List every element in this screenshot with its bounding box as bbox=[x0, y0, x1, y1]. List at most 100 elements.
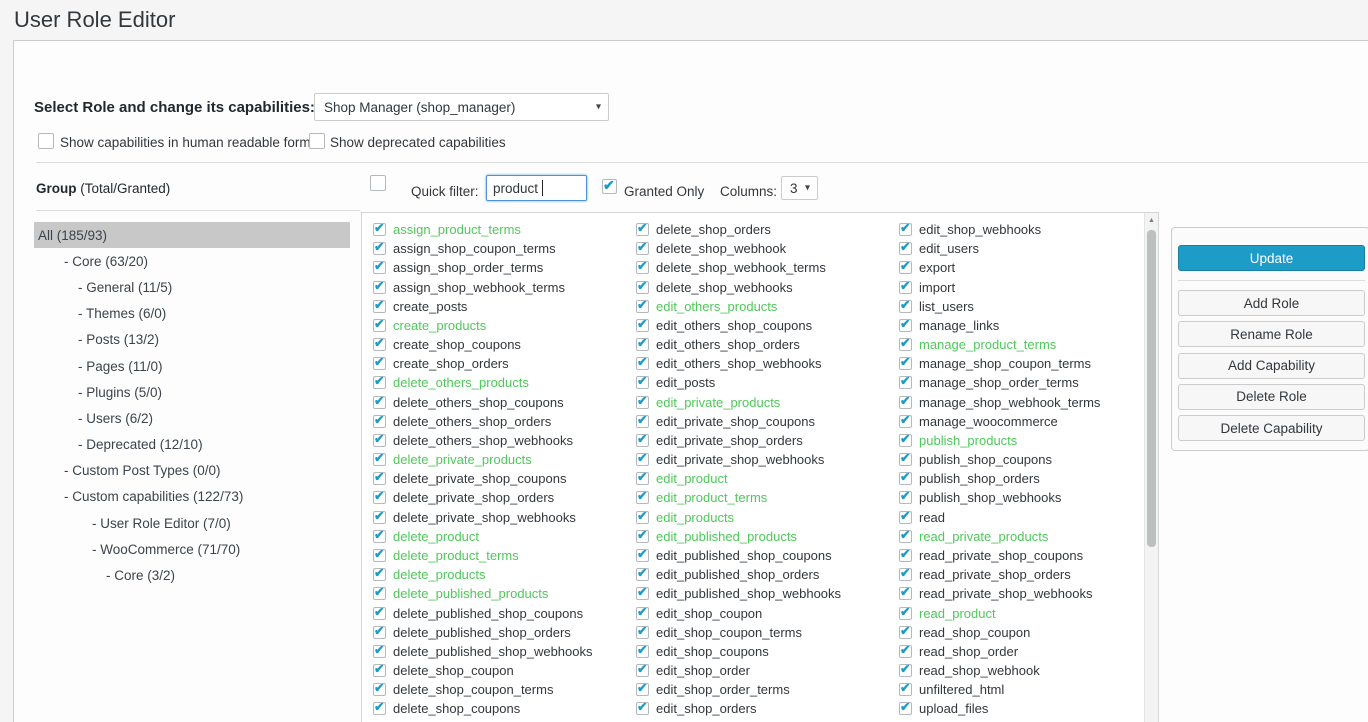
add-capability-button[interactable]: Add Capability bbox=[1178, 353, 1365, 379]
delete-capability-button[interactable]: Delete Capability bbox=[1178, 415, 1365, 441]
capability-checkbox[interactable]: ✔ bbox=[636, 319, 649, 332]
capability-checkbox[interactable]: ✔ bbox=[899, 702, 912, 715]
capability-checkbox[interactable]: ✔ bbox=[373, 549, 386, 562]
group-tree-item[interactable]: - Pages (11/0) bbox=[34, 353, 350, 379]
group-tree-item[interactable]: - Core (3/2) bbox=[34, 562, 350, 588]
group-tree-item[interactable]: - Custom Post Types (0/0) bbox=[34, 458, 350, 484]
capability-checkbox[interactable]: ✔ bbox=[373, 587, 386, 600]
select-all-checkbox[interactable]: ✔ bbox=[370, 175, 386, 191]
capability-checkbox[interactable]: ✔ bbox=[636, 396, 649, 409]
group-tree-item[interactable]: - User Role Editor (7/0) bbox=[34, 510, 350, 536]
capability-checkbox[interactable]: ✔ bbox=[899, 434, 912, 447]
capability-checkbox[interactable]: ✔ bbox=[373, 568, 386, 581]
capability-checkbox[interactable]: ✔ bbox=[899, 261, 912, 274]
capability-checkbox[interactable]: ✔ bbox=[636, 607, 649, 620]
capability-checkbox[interactable]: ✔ bbox=[899, 338, 912, 351]
capability-checkbox[interactable]: ✔ bbox=[899, 281, 912, 294]
group-tree-item[interactable]: - Core (63/20) bbox=[34, 248, 350, 274]
capability-checkbox[interactable]: ✔ bbox=[636, 549, 649, 562]
capability-checkbox[interactable]: ✔ bbox=[373, 626, 386, 639]
capability-checkbox[interactable]: ✔ bbox=[899, 491, 912, 504]
capability-checkbox[interactable]: ✔ bbox=[373, 530, 386, 543]
capability-checkbox[interactable]: ✔ bbox=[636, 568, 649, 581]
vertical-scrollbar[interactable]: ▲ bbox=[1144, 213, 1158, 722]
capability-checkbox[interactable]: ✔ bbox=[636, 626, 649, 639]
capability-checkbox[interactable]: ✔ bbox=[899, 319, 912, 332]
capability-checkbox[interactable]: ✔ bbox=[899, 683, 912, 696]
capability-checkbox[interactable]: ✔ bbox=[636, 587, 649, 600]
capability-checkbox[interactable]: ✔ bbox=[899, 415, 912, 428]
capability-checkbox[interactable]: ✔ bbox=[636, 434, 649, 447]
capability-checkbox[interactable]: ✔ bbox=[373, 396, 386, 409]
capability-checkbox[interactable]: ✔ bbox=[636, 281, 649, 294]
capability-checkbox[interactable]: ✔ bbox=[636, 415, 649, 428]
quick-filter-input[interactable] bbox=[486, 175, 587, 201]
capability-checkbox[interactable]: ✔ bbox=[373, 415, 386, 428]
delete-role-button[interactable]: Delete Role bbox=[1178, 384, 1365, 410]
capability-checkbox[interactable]: ✔ bbox=[636, 702, 649, 715]
capability-checkbox[interactable]: ✔ bbox=[636, 645, 649, 658]
group-tree-item[interactable]: - Themes (6/0) bbox=[34, 301, 350, 327]
capability-checkbox[interactable]: ✔ bbox=[636, 357, 649, 370]
capability-checkbox[interactable]: ✔ bbox=[373, 300, 386, 313]
group-tree-item[interactable]: - Deprecated (12/10) bbox=[34, 432, 350, 458]
capability-checkbox[interactable]: ✔ bbox=[373, 223, 386, 236]
rename-role-button[interactable]: Rename Role bbox=[1178, 321, 1365, 347]
capability-checkbox[interactable]: ✔ bbox=[373, 491, 386, 504]
capability-checkbox[interactable]: ✔ bbox=[636, 511, 649, 524]
capability-checkbox[interactable]: ✔ bbox=[373, 645, 386, 658]
group-tree-item[interactable]: - Custom capabilities (122/73) bbox=[34, 484, 350, 510]
capability-checkbox[interactable]: ✔ bbox=[373, 607, 386, 620]
capability-checkbox[interactable]: ✔ bbox=[899, 396, 912, 409]
capability-checkbox[interactable]: ✔ bbox=[899, 453, 912, 466]
capability-checkbox[interactable]: ✔ bbox=[636, 453, 649, 466]
capability-checkbox[interactable]: ✔ bbox=[636, 491, 649, 504]
capability-checkbox[interactable]: ✔ bbox=[373, 338, 386, 351]
capability-checkbox[interactable]: ✔ bbox=[373, 664, 386, 677]
capability-checkbox[interactable]: ✔ bbox=[373, 511, 386, 524]
update-button[interactable]: Update bbox=[1178, 245, 1365, 271]
capability-checkbox[interactable]: ✔ bbox=[899, 511, 912, 524]
capability-checkbox[interactable]: ✔ bbox=[373, 434, 386, 447]
role-select[interactable]: Shop Manager (shop_manager) ▾ bbox=[314, 93, 609, 121]
capability-checkbox[interactable]: ✔ bbox=[899, 242, 912, 255]
capability-checkbox[interactable]: ✔ bbox=[899, 223, 912, 236]
capability-checkbox[interactable]: ✔ bbox=[899, 472, 912, 485]
capability-checkbox[interactable]: ✔ bbox=[899, 626, 912, 639]
scrollbar-thumb[interactable] bbox=[1147, 230, 1156, 547]
capability-checkbox[interactable]: ✔ bbox=[899, 530, 912, 543]
capability-checkbox[interactable]: ✔ bbox=[899, 568, 912, 581]
capability-checkbox[interactable]: ✔ bbox=[373, 319, 386, 332]
capability-checkbox[interactable]: ✔ bbox=[373, 281, 386, 294]
capability-checkbox[interactable]: ✔ bbox=[899, 645, 912, 658]
capability-checkbox[interactable]: ✔ bbox=[636, 338, 649, 351]
capability-checkbox[interactable]: ✔ bbox=[636, 530, 649, 543]
capability-checkbox[interactable]: ✔ bbox=[636, 664, 649, 677]
capability-checkbox[interactable]: ✔ bbox=[373, 453, 386, 466]
capability-checkbox[interactable]: ✔ bbox=[373, 472, 386, 485]
capability-checkbox[interactable]: ✔ bbox=[899, 376, 912, 389]
group-tree-item[interactable]: - General (11/5) bbox=[34, 274, 350, 300]
capability-checkbox[interactable]: ✔ bbox=[636, 376, 649, 389]
capability-checkbox[interactable]: ✔ bbox=[899, 357, 912, 370]
capability-checkbox[interactable]: ✔ bbox=[636, 683, 649, 696]
capability-checkbox[interactable]: ✔ bbox=[373, 702, 386, 715]
scroll-up-icon[interactable]: ▲ bbox=[1145, 215, 1158, 226]
capability-checkbox[interactable]: ✔ bbox=[373, 683, 386, 696]
capability-checkbox[interactable]: ✔ bbox=[373, 261, 386, 274]
group-tree-item[interactable]: - WooCommerce (71/70) bbox=[34, 536, 350, 562]
capability-checkbox[interactable]: ✔ bbox=[899, 607, 912, 620]
columns-select[interactable]: 3 ▾ bbox=[781, 176, 818, 200]
group-tree-item[interactable]: - Plugins (5/0) bbox=[34, 379, 350, 405]
capability-checkbox[interactable]: ✔ bbox=[636, 242, 649, 255]
add-role-button[interactable]: Add Role bbox=[1178, 290, 1365, 316]
show-deprecated-checkbox[interactable]: ✔ bbox=[309, 133, 325, 149]
group-tree-item[interactable]: - Posts (13/2) bbox=[34, 327, 350, 353]
group-tree-item[interactable]: - Users (6/2) bbox=[34, 405, 350, 431]
capability-checkbox[interactable]: ✔ bbox=[373, 242, 386, 255]
capability-checkbox[interactable]: ✔ bbox=[899, 587, 912, 600]
capability-checkbox[interactable]: ✔ bbox=[899, 300, 912, 313]
capability-checkbox[interactable]: ✔ bbox=[636, 300, 649, 313]
capability-checkbox[interactable]: ✔ bbox=[373, 376, 386, 389]
human-readable-checkbox[interactable]: ✔ bbox=[38, 133, 54, 149]
